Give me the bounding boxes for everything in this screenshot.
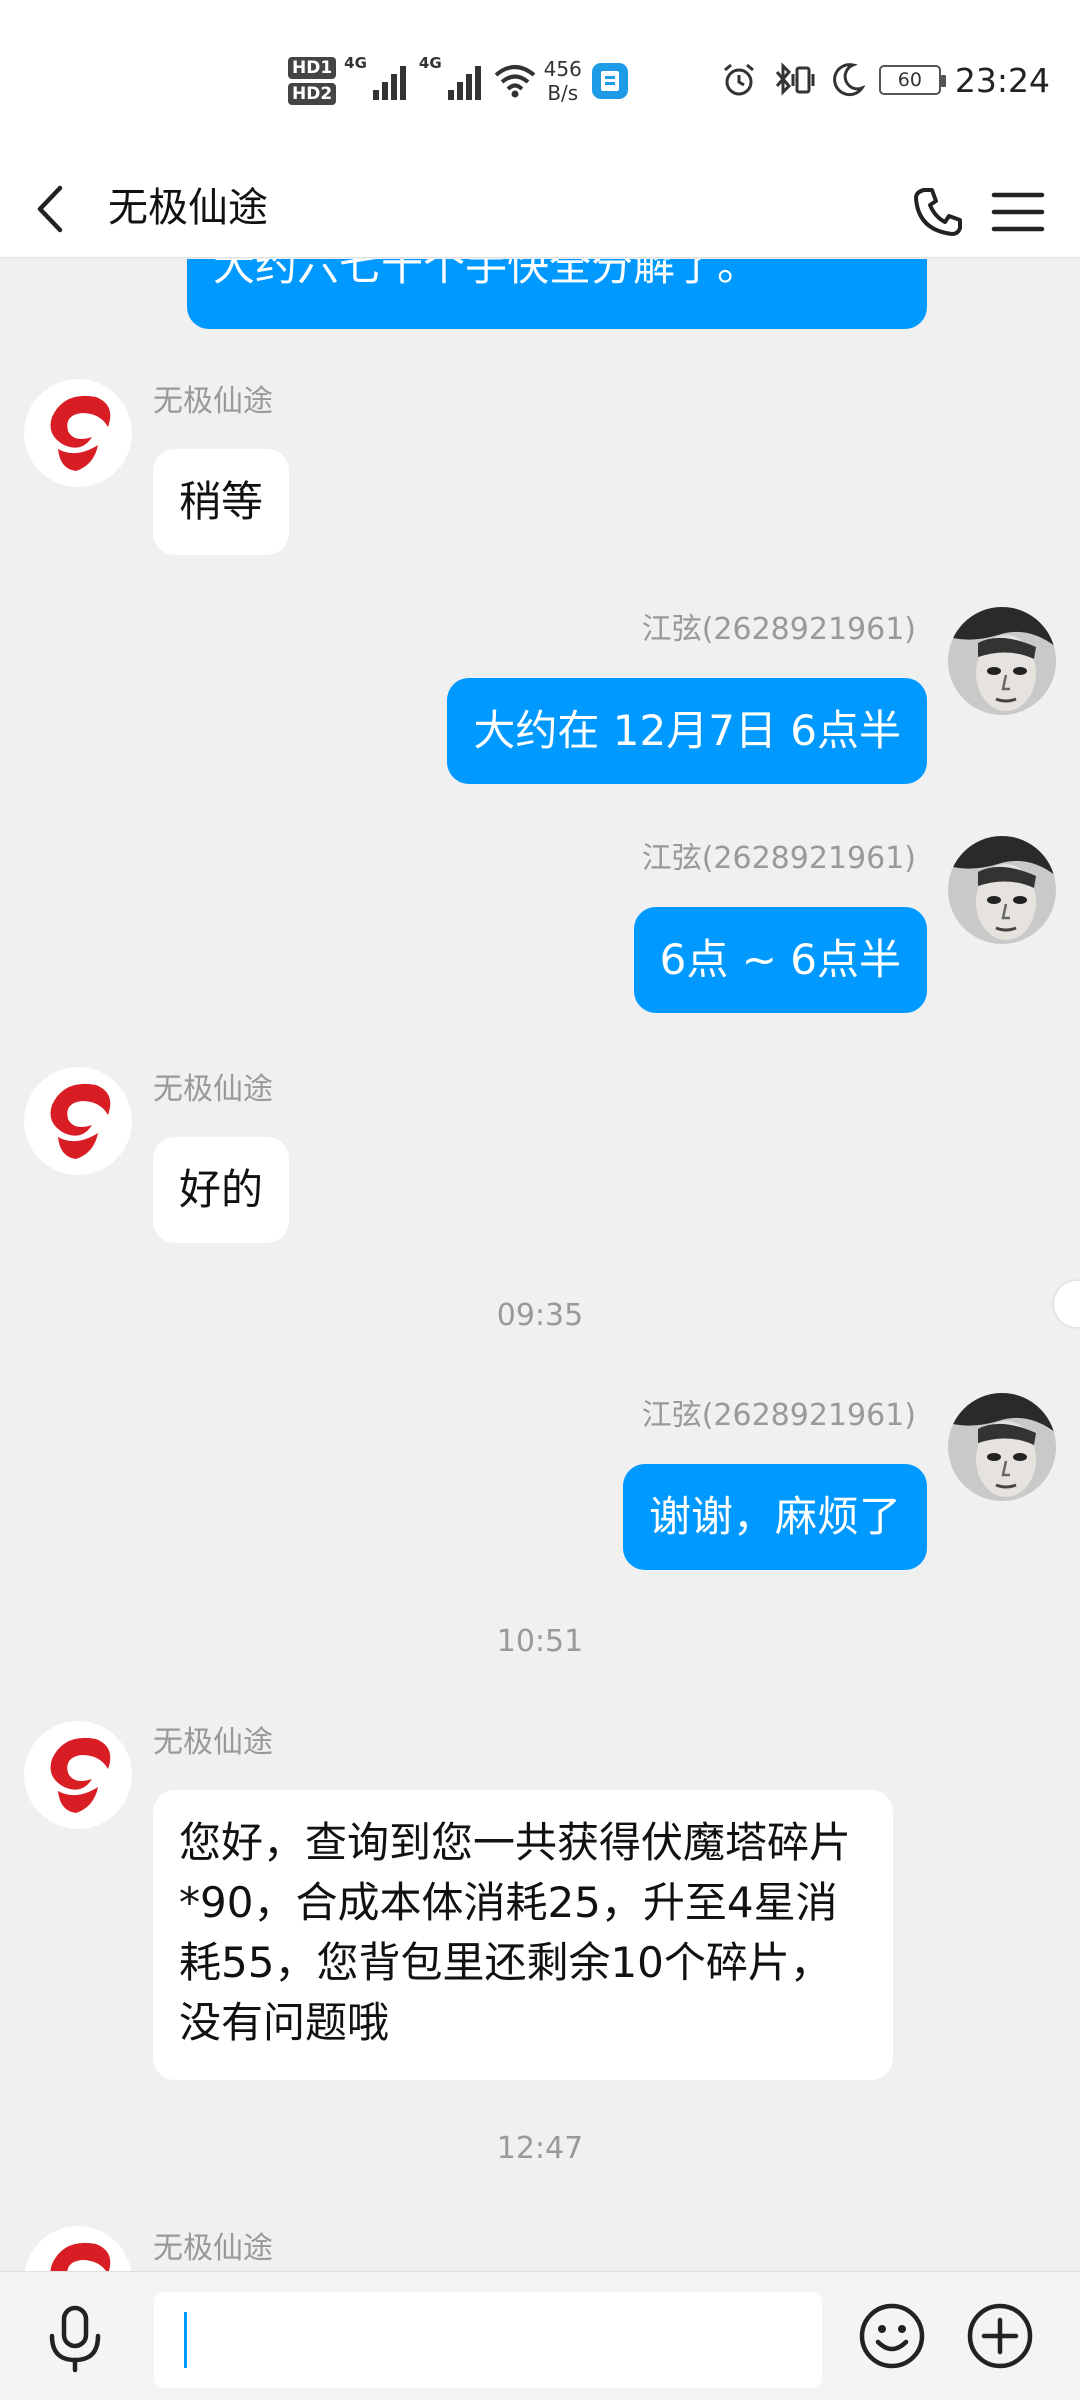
chat-message-list[interactable]: 大约六七十个手快全分解了。 无极仙途 稍等 江弦(2628921961) 大约在… xyxy=(0,259,1080,2271)
text-cursor xyxy=(184,2312,187,2368)
battery-icon: 60 xyxy=(878,65,946,95)
message-bubble-outgoing[interactable]: 大约在 12月7日 6点半 xyxy=(447,678,927,784)
avatar[interactable] xyxy=(948,607,1056,715)
timestamp: 09:35 xyxy=(496,1298,584,1333)
avatar[interactable] xyxy=(948,836,1056,944)
status-left: HD1 HD2 4G 4G 456 B/s xyxy=(288,46,630,116)
back-button[interactable] xyxy=(26,184,76,234)
wifi-icon xyxy=(494,65,535,98)
sender-name: 无极仙途 xyxy=(153,1725,273,1760)
message-bubble-incoming[interactable]: 稍等 xyxy=(153,449,290,555)
sender-name: 江弦(2628921961) xyxy=(641,612,916,647)
clock: 23:24 xyxy=(954,60,1050,100)
user-photo-avatar xyxy=(948,607,1056,715)
hd1-badge: HD1 xyxy=(288,57,337,79)
message-bubble-outgoing[interactable]: 谢谢，麻烦了 xyxy=(622,1464,927,1570)
game-logo-icon xyxy=(24,2226,132,2271)
avatar[interactable] xyxy=(948,1393,1056,1501)
smiley-icon[interactable] xyxy=(856,2300,928,2372)
timestamp: 12:47 xyxy=(496,2131,584,2166)
sender-name: 江弦(2628921961) xyxy=(641,841,916,876)
microphone-icon[interactable] xyxy=(40,2304,110,2374)
message-bubble-outgoing[interactable]: 6点 ~ 6点半 xyxy=(633,907,927,1013)
message-input-bar xyxy=(0,2271,1080,2400)
chat-title: 无极仙途 xyxy=(108,185,268,231)
phone-icon[interactable] xyxy=(910,184,966,240)
game-logo-icon xyxy=(24,1721,132,1829)
avatar[interactable] xyxy=(24,1067,132,1175)
moon-icon xyxy=(832,63,865,97)
network-type-2: 4G xyxy=(418,54,442,72)
timestamp: 10:51 xyxy=(496,1624,584,1659)
hamburger-menu-icon[interactable] xyxy=(990,184,1046,240)
hd2-badge: HD2 xyxy=(288,83,337,105)
bluetooth-vibrate-icon xyxy=(775,62,815,96)
network-type-1: 4G xyxy=(344,54,367,72)
speed-unit: B/s xyxy=(547,81,579,105)
alarm-icon xyxy=(723,63,754,96)
sender-name: 无极仙途 xyxy=(153,384,273,419)
message-input[interactable] xyxy=(154,2292,822,2388)
message-bubble-outgoing[interactable]: 大约六七十个手快全分解了。 xyxy=(187,259,927,329)
hd-indicators: HD1 HD2 xyxy=(288,57,337,105)
plus-circle-icon[interactable] xyxy=(964,2300,1036,2372)
avatar[interactable] xyxy=(24,1721,132,1829)
user-photo-avatar xyxy=(948,1393,1056,1501)
user-photo-avatar xyxy=(948,836,1056,944)
sender-name: 无极仙途 xyxy=(153,2231,273,2266)
avatar[interactable] xyxy=(24,379,132,487)
app-notification-icon xyxy=(591,63,628,99)
message-bubble-incoming[interactable]: 好的 xyxy=(153,1137,290,1243)
battery-level: 60 xyxy=(897,69,922,91)
status-right: 60 23:24 xyxy=(721,52,1050,108)
network-speed: 456 B/s xyxy=(544,57,582,105)
status-bar: HD1 HD2 4G 4G 456 B/s 60 23:24 xyxy=(0,0,1080,160)
message-bubble-incoming[interactable]: 您好，查询到您一共获得伏魔塔碎片*90，合成本体消耗25，升至4星消耗55，您背… xyxy=(153,1790,893,2080)
signal-icon xyxy=(372,66,406,100)
sender-name: 江弦(2628921961) xyxy=(641,1398,916,1433)
chat-header: 无极仙途 xyxy=(0,160,1080,258)
sender-name: 无极仙途 xyxy=(153,1072,273,1107)
game-logo-icon xyxy=(24,1067,132,1175)
game-logo-icon xyxy=(24,379,132,487)
signal-icon xyxy=(447,66,481,100)
avatar[interactable] xyxy=(24,2226,132,2271)
speed-value: 456 xyxy=(543,57,582,81)
